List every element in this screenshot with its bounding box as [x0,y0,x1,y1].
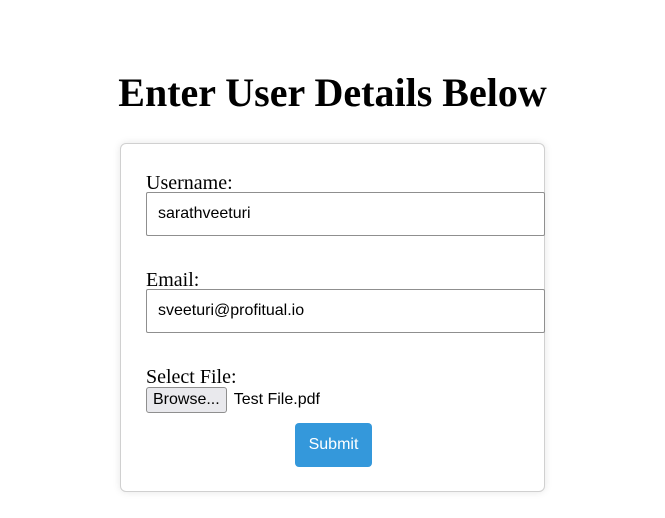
file-label: Select File: [146,366,237,388]
page-title: Enter User Details Below [118,70,547,115]
username-input[interactable] [146,192,545,236]
username-label: Username: [146,172,233,194]
file-picker: Browse... Test File.pdf [146,387,320,413]
submit-button[interactable]: Submit [295,423,372,467]
user-details-form: Username: Email: Select File: Browse... … [120,143,545,492]
selected-file-name: Test File.pdf [233,391,320,408]
browse-button[interactable]: Browse... [146,387,227,413]
email-input[interactable] [146,289,545,333]
email-label: Email: [146,269,200,291]
